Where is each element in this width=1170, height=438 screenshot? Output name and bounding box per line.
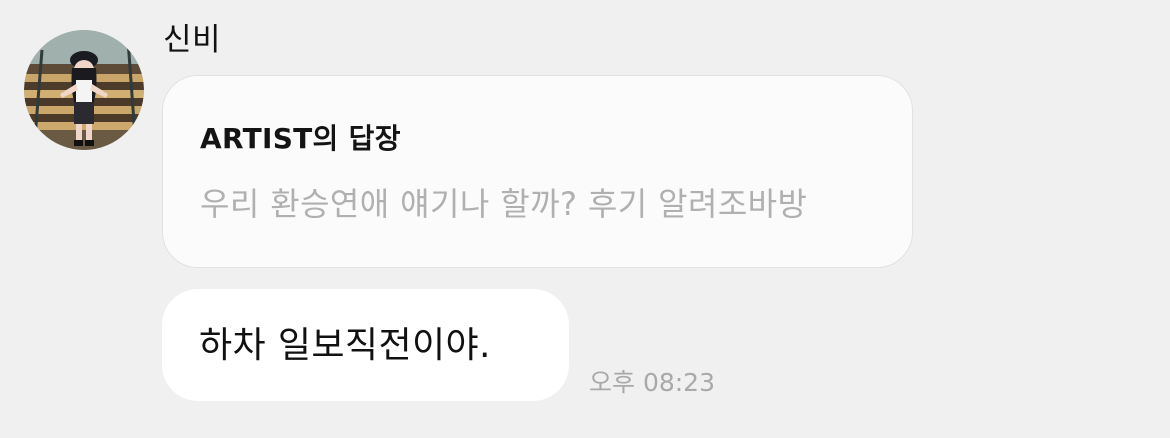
chat-screen: 신비 ARTIST의 답장 우리 환승연애 얘기나 할까? 후기 알려조바방 하… [0,0,1170,438]
reply-quote-bubble[interactable]: ARTIST의 답장 우리 환승연애 얘기나 할까? 후기 알려조바방 [162,75,913,268]
message-timestamp: 오후 08:23 [589,368,715,397]
reply-quote-preview: 우리 환승연애 얘기나 할까? 후기 알려조바방 [200,185,808,223]
sender-name: 신비 [163,22,222,58]
sender-avatar[interactable] [24,30,144,150]
reply-quote-title: ARTIST의 답장 [200,122,401,155]
message-bubble[interactable]: 하차 일보직전이야. [162,289,569,401]
avatar-photo-icon [24,30,144,150]
message-text: 하차 일보직전이야. [199,325,491,366]
